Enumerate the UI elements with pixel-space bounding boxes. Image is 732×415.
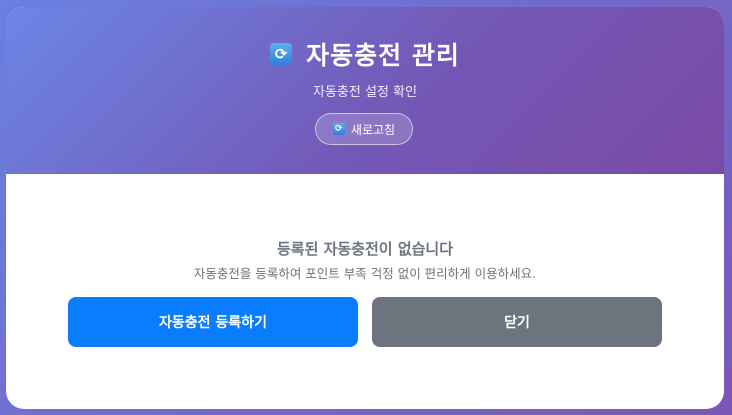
refresh-icon: ⟳ bbox=[270, 43, 293, 65]
refresh-button-label: 새로고침 bbox=[350, 122, 396, 137]
empty-state-title: 등록된 자동충전이 없습니다 bbox=[276, 240, 454, 258]
page-subtitle: 자동충전 설정 확인 bbox=[313, 85, 417, 100]
title-row: ⟳ 자동충전 관리 bbox=[6, 36, 724, 72]
empty-state-description: 자동충전을 등록하여 포인트 부족 걱정 없이 편리하게 이용하세요. bbox=[193, 266, 537, 281]
close-button[interactable]: 닫기 bbox=[372, 297, 662, 347]
page-title: 자동충전 관리 bbox=[306, 41, 460, 70]
close-button-label: 닫기 bbox=[504, 315, 530, 331]
refresh-button[interactable]: ⟳ 새로고침 bbox=[315, 113, 413, 145]
auto-charge-modal: ⟳ 자동충전 관리 자동충전 설정 확인 ⟳ 새로고침 등록된 자동충전이 없습… bbox=[6, 7, 724, 409]
register-auto-charge-button[interactable]: 자동충전 등록하기 bbox=[68, 297, 358, 347]
modal-header: ⟳ 자동충전 관리 자동충전 설정 확인 ⟳ 새로고침 bbox=[6, 7, 724, 174]
register-button-label: 자동충전 등록하기 bbox=[159, 315, 267, 331]
refresh-icon: ⟳ bbox=[332, 123, 345, 135]
